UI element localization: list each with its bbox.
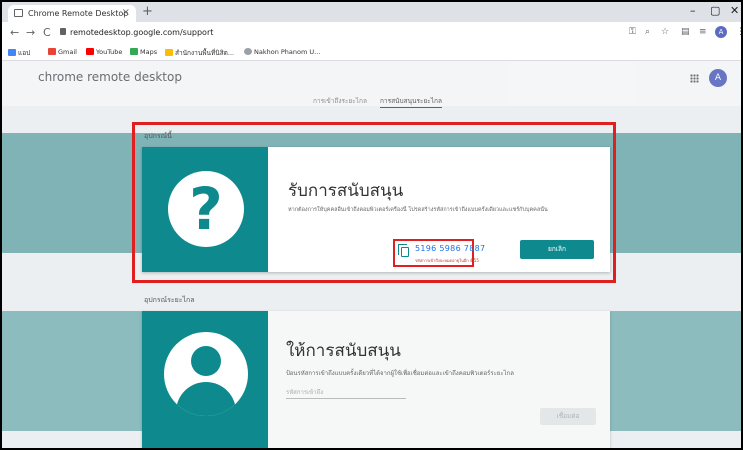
give-support-title: ให้การสนับสนุน xyxy=(286,341,401,361)
browser-toolbar: ← → C remotedesktop.google.com/support ⚿… xyxy=(2,22,741,44)
bookmark-apps[interactable]: แอป xyxy=(8,48,30,58)
university-icon xyxy=(244,48,252,55)
close-window-button[interactable]: ✕ xyxy=(730,4,739,17)
remote-device-label: อุปกรณ์ระยะไกล xyxy=(144,296,195,304)
connect-button[interactable]: เชื่อมต่อ xyxy=(540,408,596,425)
bookmark-maps[interactable]: Maps xyxy=(130,48,157,56)
bookmark-label: YouTube xyxy=(96,48,123,56)
bookmark-label: สำนักงานพื้นที่นิสิต... xyxy=(175,49,235,57)
menu-icon[interactable]: ⋮ xyxy=(736,27,741,37)
address-url: remotedesktop.google.com/support xyxy=(70,28,214,37)
bookmark-label: Nakhon Phanom U... xyxy=(254,48,321,56)
lock-icon xyxy=(60,28,66,35)
apps-grid-icon xyxy=(8,49,16,56)
youtube-icon xyxy=(86,48,94,55)
back-button[interactable]: ← xyxy=(10,26,19,39)
close-tab-icon[interactable]: × xyxy=(122,7,130,18)
give-support-hero xyxy=(142,311,268,448)
bookmark-office[interactable]: สำนักงานพื้นที่นิสิต... xyxy=(165,48,234,58)
bookmark-university[interactable]: Nakhon Phanom U... xyxy=(244,48,320,56)
person-body xyxy=(176,382,236,416)
give-support-description: ป้อนรหัสการเข้าถึงแบบครั้งเดียวที่ได้จาก… xyxy=(286,370,514,377)
remote-desktop-favicon-icon xyxy=(14,9,23,17)
key-icon[interactable]: ⚿ xyxy=(629,27,636,37)
access-code-input[interactable]: รหัสการเข้าถึง xyxy=(286,385,406,399)
browser-tab[interactable]: Chrome Remote Desktop × xyxy=(8,5,136,22)
bookmark-label: Gmail xyxy=(58,48,77,56)
give-support-card: ให้การสนับสนุน ป้อนรหัสการเข้าถึงแบบครั้… xyxy=(142,311,610,448)
reading-list-icon[interactable]: ≡ xyxy=(699,27,707,37)
minimize-window-button[interactable]: – xyxy=(690,4,696,17)
person-icon xyxy=(164,332,248,416)
star-icon[interactable]: ☆ xyxy=(661,27,669,37)
apps-grid-icon[interactable] xyxy=(690,74,699,83)
reload-button[interactable]: C xyxy=(43,26,51,39)
bookmark-gmail[interactable]: Gmail xyxy=(48,48,77,56)
folder-icon xyxy=(165,49,173,56)
gmail-icon xyxy=(48,48,56,55)
maps-icon xyxy=(130,48,138,55)
bookmark-label: แอป xyxy=(18,49,31,57)
screenshot-frame: Chrome Remote Desktop × + – ▢ ✕ ← → C re… xyxy=(0,0,743,450)
bookmarks-bar: แอป Gmail YouTube Maps สำนักงานพื้นที่นิ… xyxy=(2,44,741,61)
account-avatar[interactable]: A xyxy=(709,69,727,87)
highlight-box xyxy=(132,122,616,283)
search-icon[interactable]: ⌕ xyxy=(645,27,650,37)
browser-tab-strip: Chrome Remote Desktop × + – ▢ ✕ xyxy=(2,2,741,22)
bookmark-youtube[interactable]: YouTube xyxy=(86,48,122,56)
forward-button[interactable]: → xyxy=(26,26,35,39)
tab-remote-access[interactable]: การเข้าถึงระยะไกล xyxy=(313,96,367,106)
browser-tab-title: Chrome Remote Desktop xyxy=(28,9,129,18)
app-title: chrome remote desktop xyxy=(38,70,182,84)
maximize-window-button[interactable]: ▢ xyxy=(710,4,720,17)
tab-remote-support[interactable]: การสนับสนุนระยะไกล xyxy=(380,96,442,108)
new-tab-button[interactable]: + xyxy=(142,4,153,19)
app-header: chrome remote desktop A การเข้าถึงระยะไก… xyxy=(2,61,741,108)
address-bar[interactable]: remotedesktop.google.com/support xyxy=(60,25,580,41)
profile-avatar[interactable]: A xyxy=(715,26,727,38)
bookmark-label: Maps xyxy=(140,48,158,56)
extension-icon[interactable]: ▤ xyxy=(681,27,690,37)
person-head xyxy=(191,346,221,376)
